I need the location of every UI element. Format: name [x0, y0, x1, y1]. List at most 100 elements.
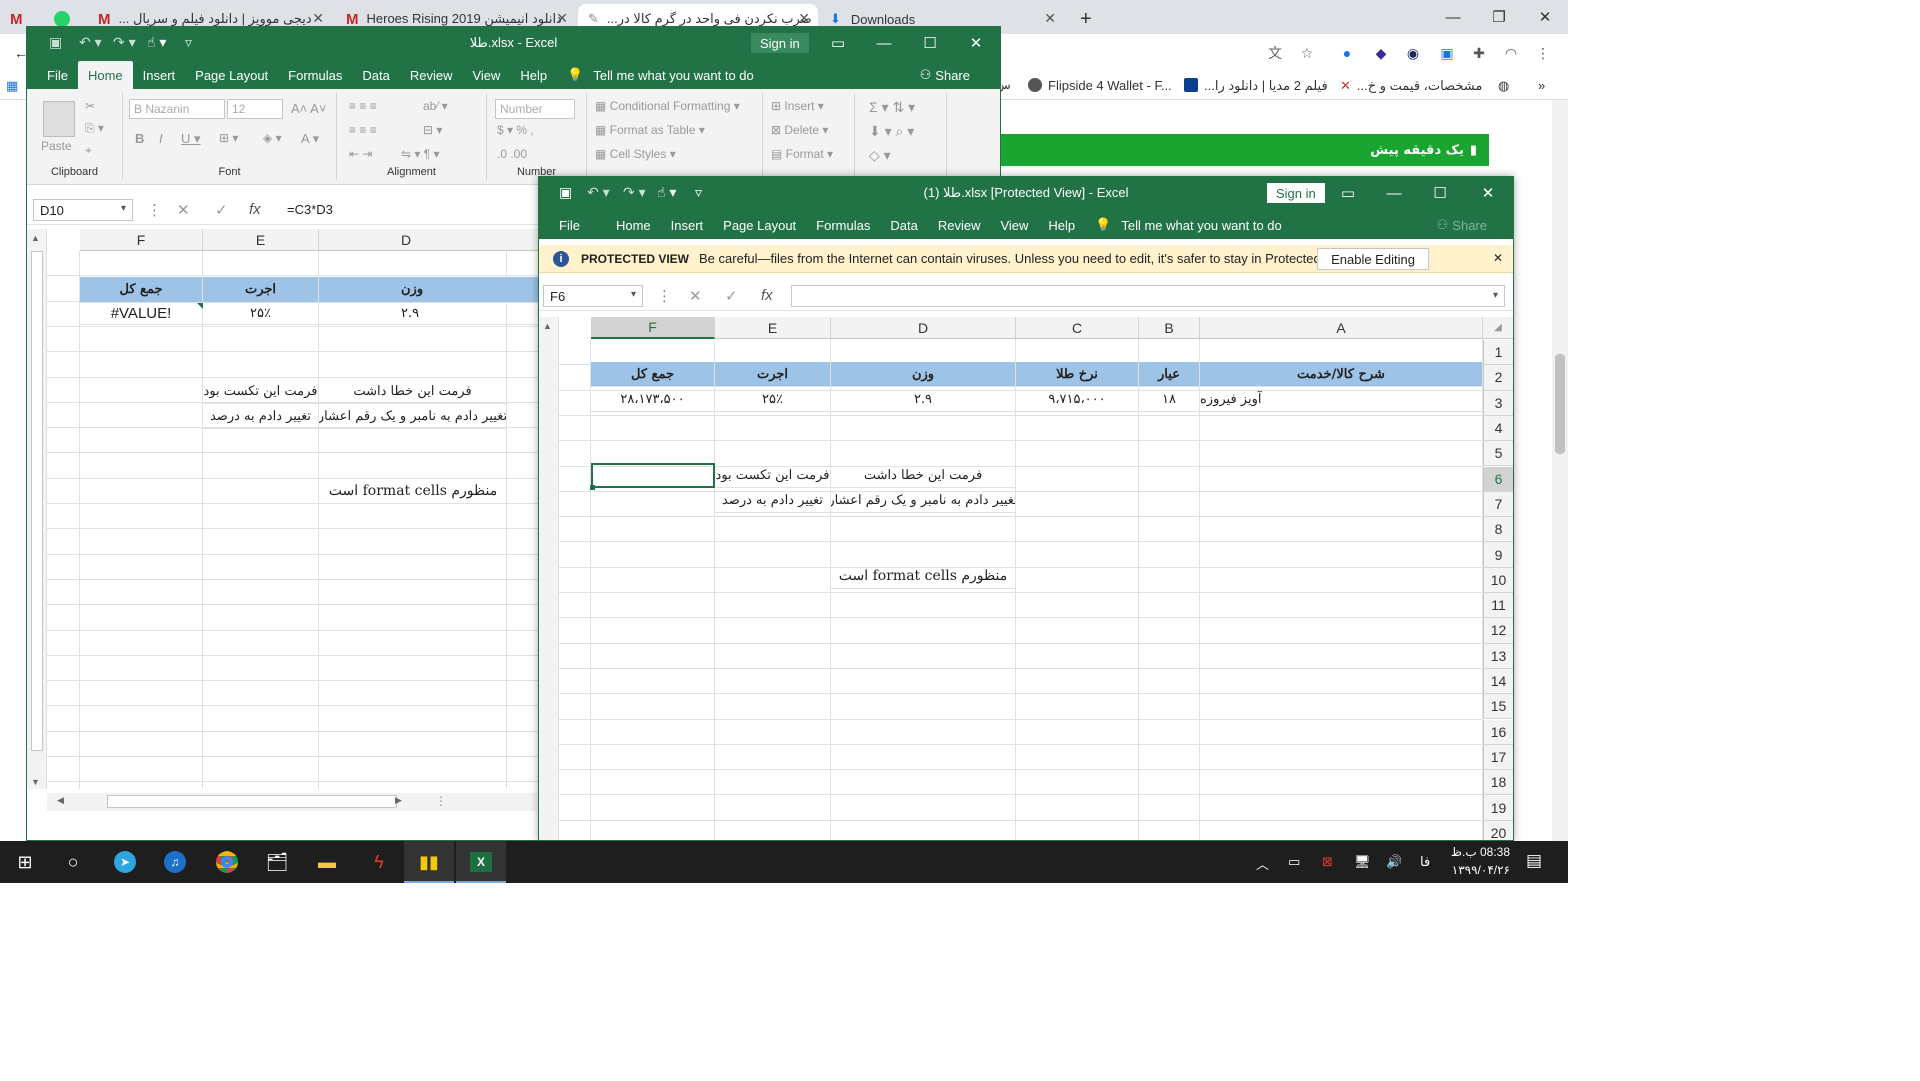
tab-page-layout[interactable]: Page Layout — [185, 61, 278, 89]
battery-icon[interactable]: ▭ — [1288, 854, 1300, 870]
cell-A2[interactable]: شرح کالا/خدمت — [1200, 362, 1483, 387]
close-icon[interactable]: ✕ — [1044, 10, 1056, 27]
cell-D10[interactable]: منظورم format cells است — [831, 564, 1016, 589]
tab-home[interactable]: Home — [606, 211, 661, 239]
tray-overflow-icon[interactable]: ︿ — [1256, 854, 1269, 873]
clear-icon[interactable]: ◇ ▾ — [869, 147, 891, 164]
enable-editing-button[interactable]: Enable Editing — [1317, 248, 1429, 270]
bookmark-flipside[interactable]: Flipside 4 Wallet - F... — [1028, 78, 1172, 93]
cell-B2[interactable]: عیار — [1139, 362, 1200, 387]
power-bi-button[interactable]: ▮▮ — [404, 841, 454, 883]
cell-E3[interactable]: ۲۵٪ — [715, 387, 831, 412]
chrome-restore-button[interactable]: ❐ — [1476, 0, 1522, 34]
cancel-icon[interactable]: ✕ — [689, 287, 702, 305]
scroll-up-icon[interactable]: ▲ — [31, 233, 40, 243]
redo-icon[interactable]: ↷ ▾ — [623, 184, 646, 201]
insert-function-icon[interactable]: fx — [761, 287, 773, 304]
row-header[interactable]: 16 — [1483, 719, 1513, 745]
cell-E3[interactable]: ۲۵٪ — [203, 303, 319, 325]
volume-icon[interactable]: 🔊 — [1386, 854, 1402, 870]
cell-C2[interactable]: نرخ طلا — [1016, 362, 1139, 387]
autosum-icon[interactable]: Σ ▾ ⇅ ▾ — [869, 99, 915, 116]
cell-B3[interactable]: ۱۸ — [1139, 387, 1200, 412]
telegram-button[interactable]: ➤ — [100, 841, 150, 883]
notifications-icon[interactable]: ▤ — [1526, 851, 1542, 871]
cell-D7[interactable]: تغییر دادم به نامبر و یک رقم اعشار — [319, 404, 507, 429]
cell-D6[interactable]: فرمت این خطا داشت — [319, 379, 507, 404]
italic-icon[interactable]: I — [159, 131, 163, 146]
horizontal-scrollbar[interactable]: ◀ ▶ ⋮ — [47, 793, 537, 811]
bookmark-film2media[interactable]: فیلم 2 مدیا | دانلود را... — [1184, 78, 1328, 94]
font-color-icon[interactable]: A ▾ — [301, 131, 319, 147]
save-icon[interactable]: ▣ — [49, 34, 62, 51]
sign-in-button[interactable]: Sign in — [751, 33, 809, 53]
row-header[interactable]: 3 — [1483, 390, 1513, 416]
undo-icon[interactable]: ↶ ▾ — [587, 184, 610, 201]
row-header[interactable]: 17 — [1483, 744, 1513, 771]
apps-icon[interactable]: ▦ — [6, 78, 18, 94]
row-header[interactable]: 10 — [1483, 567, 1513, 593]
currency-icon[interactable]: $ ▾ % , — [497, 123, 534, 137]
scrollbar-thumb[interactable] — [1555, 354, 1565, 454]
formula-input[interactable] — [791, 285, 1505, 307]
fill-icon[interactable]: ⬇ ▾ ⌕ ▾ — [869, 123, 914, 140]
security-icon[interactable]: ⊠ — [1322, 854, 1333, 870]
cell-C3[interactable]: ۹،۷۱۵،۰۰۰ — [1016, 387, 1139, 412]
selected-cell-F6[interactable] — [591, 463, 715, 488]
cell-F3-error[interactable]: #VALUE! — [80, 303, 203, 325]
insert-function-icon[interactable]: fx — [249, 201, 261, 218]
vertical-scrollbar[interactable]: ▲ — [539, 317, 559, 840]
paste-button[interactable]: Paste — [41, 139, 72, 153]
extension-icon[interactable]: ◆ — [1370, 42, 1392, 64]
column-header-B[interactable]: B — [1139, 317, 1200, 339]
translate-icon[interactable]: 文 — [1264, 42, 1286, 64]
tab-file[interactable]: File — [37, 61, 78, 89]
tab-insert[interactable]: Insert — [133, 61, 186, 89]
column-header-F[interactable]: F — [591, 317, 715, 339]
cell-E7[interactable]: تغییر دادم به درصد — [715, 488, 831, 513]
tab-review[interactable]: Review — [928, 211, 991, 239]
undo-icon[interactable]: ↶ ▾ — [79, 34, 102, 51]
cell-D10[interactable]: منظورم format cells است — [319, 479, 507, 504]
minimize-button[interactable]: — — [861, 27, 907, 59]
globe-icon[interactable]: ◍ — [1498, 78, 1509, 94]
font-name-select[interactable]: B Nazanin — [129, 99, 225, 119]
close-icon[interactable]: ✕ — [798, 10, 810, 27]
scrollbar-thumb[interactable] — [31, 251, 43, 751]
new-tab-button[interactable]: + — [1070, 4, 1100, 34]
format-painter-icon[interactable]: ⌖ — [85, 143, 92, 158]
tell-me-search[interactable]: 💡 Tell me what you want to do — [1085, 211, 1292, 239]
number-format-select[interactable]: Number — [495, 99, 575, 119]
scroll-left-icon[interactable]: ◀ — [57, 795, 64, 806]
delete-cells-button[interactable]: ⊠ Delete ▾ — [771, 123, 828, 137]
clock-time[interactable]: 08:38 ب.ظ — [1444, 845, 1510, 859]
star-icon[interactable]: ☆ — [1296, 42, 1318, 64]
row-header[interactable]: 14 — [1483, 668, 1513, 695]
align-left-icon[interactable]: ≡ ≡ ≡ — [349, 123, 377, 137]
tab-home[interactable]: Home — [77, 61, 133, 89]
excel-button[interactable]: X — [456, 841, 506, 883]
puzzle-icon[interactable]: ✚ — [1468, 42, 1490, 64]
save-icon[interactable]: ▣ — [559, 184, 572, 201]
cell-D2[interactable]: وزن — [831, 362, 1016, 387]
row-header[interactable]: 7 — [1483, 491, 1513, 518]
column-header-C[interactable]: C — [1016, 317, 1139, 339]
flash-app-button[interactable]: ϟ — [354, 841, 404, 883]
cell-E6[interactable]: فرمت این تکست بود — [715, 463, 831, 488]
row-header[interactable]: 5 — [1483, 441, 1513, 467]
cell-F3[interactable]: ۲۸،۱۷۳،۵۰۰ — [591, 387, 715, 412]
row-header[interactable]: 19 — [1483, 795, 1513, 821]
indent-icon[interactable]: ⇤ ⇥ — [349, 147, 372, 161]
align-top-icon[interactable]: ≡ ≡ ≡ — [349, 99, 377, 113]
conditional-formatting-button[interactable]: ▦ Conditional Formatting ▾ — [595, 99, 740, 113]
minimize-button[interactable]: — — [1371, 177, 1417, 209]
close-button[interactable]: ✕ — [1465, 177, 1511, 209]
row-header[interactable]: 18 — [1483, 770, 1513, 796]
row-header[interactable]: 15 — [1483, 694, 1513, 720]
media-player-button[interactable]: ♫ — [150, 841, 200, 883]
tab-help[interactable]: Help — [1038, 211, 1085, 239]
chrome-minimize-button[interactable]: — — [1430, 0, 1476, 34]
name-box[interactable]: F6 ▾ — [543, 285, 643, 307]
cell-F2[interactable]: جمع کل — [591, 362, 715, 387]
underline-icon[interactable]: U ▾ — [181, 131, 201, 147]
